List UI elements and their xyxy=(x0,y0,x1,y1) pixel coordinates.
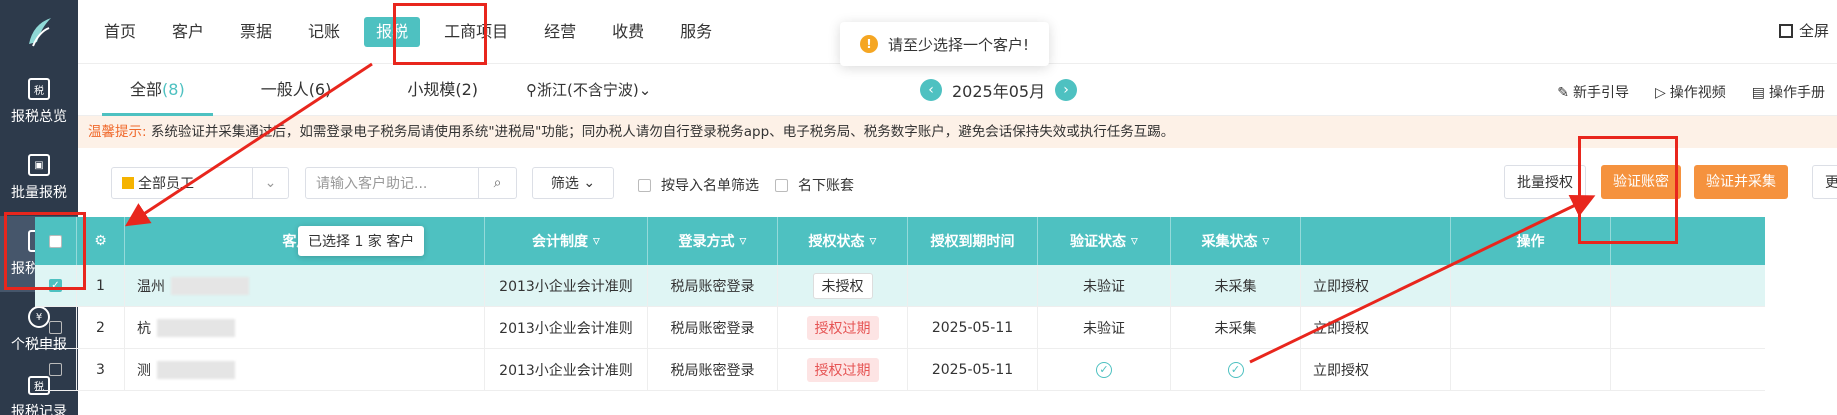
arrow-to-verify-button xyxy=(1249,195,1596,364)
arrow-to-tax-settings xyxy=(124,62,373,227)
annotation-arrows xyxy=(124,62,1596,364)
